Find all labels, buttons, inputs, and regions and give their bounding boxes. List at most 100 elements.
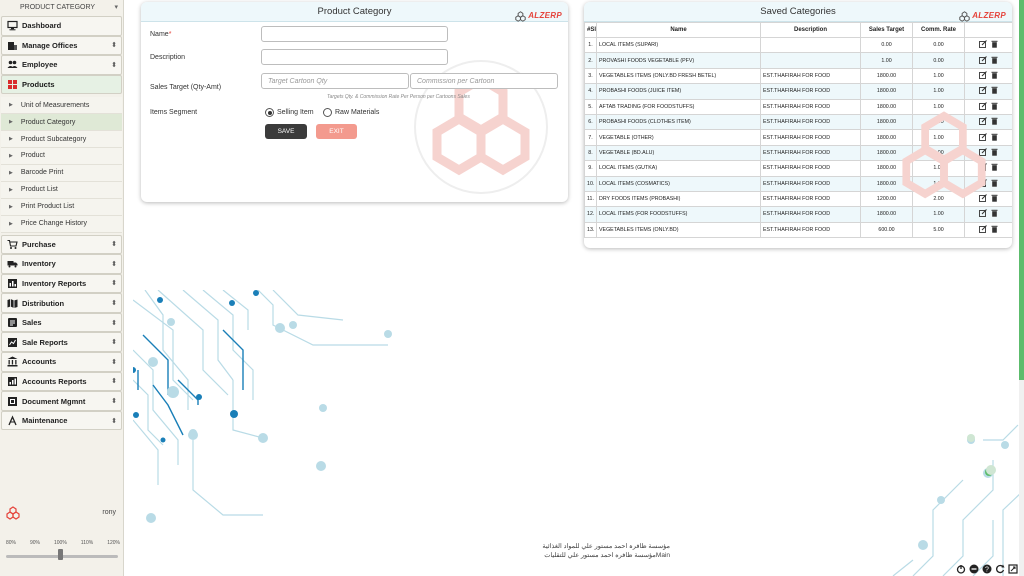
target-qty-input[interactable]	[261, 73, 409, 89]
page-scrollbar[interactable]	[1019, 0, 1024, 576]
save-button[interactable]: SAVE	[265, 124, 307, 139]
sidebar-item-sales[interactable]: Sales ⬍	[1, 312, 122, 333]
delete-icon[interactable]	[991, 163, 998, 173]
sidebar-item-document-mgmnt[interactable]: Document Mgmnt ⬍	[1, 391, 122, 411]
submenu-item-product-list[interactable]: ▶ Product List	[1, 181, 122, 199]
submenu-item-price-change-history[interactable]: ▶ Price Change History	[1, 215, 122, 233]
zoom-level-label[interactable]: 120%	[107, 540, 120, 546]
delete-icon[interactable]	[991, 86, 998, 96]
sidebar-item-sale-reports[interactable]: Sale Reports ⬍	[1, 332, 122, 353]
sales-target-label: Sales Target (Qty-Amt)	[150, 84, 222, 91]
edit-icon[interactable]	[979, 40, 987, 50]
delete-icon[interactable]	[991, 148, 998, 158]
delete-icon[interactable]	[991, 117, 998, 127]
sidebar-item-employee[interactable]: Employee ⬍	[1, 55, 122, 75]
minus-circle-icon[interactable]	[968, 563, 979, 574]
exit-button[interactable]: EXIT	[316, 124, 357, 139]
name-input[interactable]	[261, 26, 448, 42]
submenu-item-product-subcategory[interactable]: ▶ Product Subcategory	[1, 131, 122, 149]
sidebar-item-inventory-reports[interactable]: Inventory Reports ⬍	[1, 273, 122, 294]
submenu-item-label: Product Category	[20, 118, 76, 126]
alzerp-logo: ALZERP	[515, 6, 562, 26]
table-cell: LOCAL ITEMS (COSMATICS)	[596, 175, 761, 192]
sidebar-item-products[interactable]: Products	[1, 74, 122, 95]
sidebar-item-accounts-reports[interactable]: Accounts Reports ⬍	[1, 371, 122, 392]
expand-arrows-icon: ⬍	[111, 319, 117, 327]
edit-icon[interactable]	[979, 194, 987, 204]
expand-arrows-icon: ⬍	[111, 339, 117, 347]
zoom-level-label[interactable]: 100%	[54, 540, 67, 546]
edit-icon[interactable]	[979, 71, 987, 81]
table-cell: 10.	[584, 175, 597, 192]
chevron-down-icon[interactable]: ▾	[114, 0, 118, 16]
delete-icon[interactable]	[991, 102, 998, 112]
sidebar-item-accounts[interactable]: Accounts ⬍	[1, 352, 122, 372]
company-name-line-2: Mainمؤسسة ظافره احمد مستور علي للتقليات	[544, 552, 670, 559]
delete-icon[interactable]	[991, 56, 998, 66]
expand-arrows-icon: ⬍	[111, 300, 117, 308]
submenu-item-label: Price Change History	[20, 220, 87, 228]
submenu-item-print-product-list[interactable]: ▶ Print Product List	[1, 198, 122, 216]
zoom-level-label[interactable]: 90%	[30, 540, 40, 546]
sidebar-item-inventory[interactable]: Inventory ⬍	[1, 254, 122, 274]
delete-icon[interactable]	[991, 209, 998, 219]
table-cell: 1.00	[912, 113, 965, 131]
zoom-slider-handle[interactable]	[58, 549, 63, 560]
fullscreen-icon[interactable]	[1007, 563, 1018, 574]
zoom-level-label[interactable]: 110%	[81, 540, 93, 546]
delete-icon[interactable]	[991, 179, 998, 189]
submenu-item-product[interactable]: ▶ Product	[1, 148, 122, 165]
description-input[interactable]	[261, 49, 448, 65]
edit-icon[interactable]	[979, 209, 987, 219]
submenu-item-unit-of-measurements[interactable]: ▶ Unit of Measurements	[1, 97, 122, 115]
edit-icon[interactable]	[979, 55, 987, 66]
table-cell: 1800.00	[860, 113, 913, 131]
help-icon[interactable]: ?	[981, 563, 992, 574]
power-icon[interactable]	[955, 563, 966, 574]
sidebar-item-maintenance[interactable]: Maintenance ⬍	[1, 410, 122, 431]
edit-icon[interactable]	[979, 148, 987, 158]
edit-icon[interactable]	[979, 86, 987, 96]
circuit-background-decoration	[133, 290, 1024, 576]
radio-selling-item[interactable]: Selling Item	[265, 108, 314, 117]
sidebar-item-purchase[interactable]: Purchase ⬍	[1, 234, 122, 255]
delete-icon[interactable]	[991, 194, 998, 204]
sidebar-item-distribution[interactable]: Distribution ⬍	[1, 293, 122, 313]
description-label: Description	[150, 54, 186, 61]
delete-icon[interactable]	[991, 225, 998, 235]
commission-input[interactable]	[410, 73, 558, 89]
edit-icon[interactable]	[979, 117, 987, 127]
sidebar-item-dashboard[interactable]: Dashboard	[1, 16, 122, 36]
monitor-icon	[6, 20, 18, 32]
refresh-icon[interactable]	[994, 563, 1005, 574]
edit-icon[interactable]	[979, 224, 987, 235]
name-label: Name*	[150, 31, 172, 38]
products-submenu: ▶ Unit of Measurements ▶ Product Category ▶ P…	[0, 94, 123, 234]
sidebar-header[interactable]: PRODUCT CATEGORY ▾	[0, 0, 123, 16]
delete-icon[interactable]	[991, 40, 998, 50]
edit-icon[interactable]	[979, 101, 987, 112]
table-row: 7. VEGETABLE (OTHER) EST.THAFIRAH FOR FOOD…	[584, 129, 1012, 146]
map-icon	[6, 297, 18, 309]
table-cell: 1800.00	[860, 160, 913, 177]
table-cell: EST.THAFIRAH FOR FOOD	[760, 221, 861, 239]
expand-arrows-icon: ⬍	[111, 398, 117, 406]
sidebar-item-manage-offices[interactable]: Manage Offices ⬍	[1, 35, 122, 56]
table-header-row: #Sl Name Description Sales Target Comm. Rate	[584, 22, 1012, 38]
edit-icon[interactable]	[979, 163, 987, 173]
submenu-item-barcode-print[interactable]: ▶ Barcode Print	[1, 164, 122, 182]
bank-icon	[6, 356, 18, 368]
expand-arrows-icon: ⬍	[111, 241, 117, 249]
table-cell: 1.00	[860, 52, 913, 69]
edit-icon[interactable]	[979, 132, 987, 143]
table-cell: PROVASHI FOODS VEGETABLE (PFV)	[596, 52, 761, 69]
zoom-level-label[interactable]: 80%	[6, 540, 16, 546]
delete-icon[interactable]	[991, 71, 998, 81]
radio-raw-materials[interactable]: Raw Materials	[323, 108, 379, 117]
table-cell: 600.00	[860, 221, 913, 239]
page-scrollbar-thumb[interactable]	[1019, 0, 1024, 380]
row-actions	[964, 36, 1012, 54]
submenu-item-product-category[interactable]: ▶ Product Category	[1, 114, 122, 132]
delete-icon[interactable]	[991, 133, 998, 143]
edit-icon[interactable]	[979, 178, 987, 189]
